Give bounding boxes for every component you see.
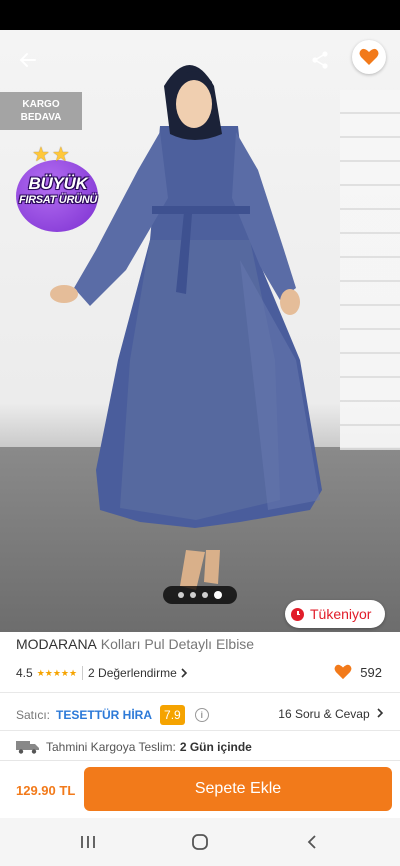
divider [0,692,400,693]
seller-name-link[interactable]: TESETTÜR HİRA [56,708,152,722]
back-button[interactable] [10,42,46,78]
seller-score-badge: 7.9 [160,705,185,725]
clock-icon [291,607,304,621]
home-button[interactable] [185,830,215,854]
carousel-dot [190,592,196,598]
free-shipping-badge: KARGO BEDAVA [0,92,82,130]
product-brand[interactable]: MODARANA [16,636,97,652]
seller-label: Satıcı: [16,708,51,722]
home-icon [192,834,208,850]
campaign-badge-line1: BÜYÜK [28,174,88,193]
campaign-badge: ★★ BÜYÜK FIRSAT ÜRÜNÜ [8,142,108,232]
campaign-badge-line2: FIRSAT ÜRÜNÜ [18,194,98,206]
carousel-indicator [163,586,237,604]
recents-button[interactable] [73,830,103,854]
carousel-dot-active [214,591,222,599]
rating-score: 4.5 [16,666,33,680]
stock-warning-badge: Tükeniyor [285,600,385,628]
truck-icon [16,741,39,754]
favorite-count[interactable]: 592 [334,664,382,680]
back-nav-button[interactable] [297,830,327,854]
free-shipping-badge-line2: BEDAVA [20,112,62,123]
shipping-value: 2 Gün içinde [179,740,252,754]
shipping-estimate: Tahmini Kargoya Teslim: 2 Gün içinde [16,738,252,756]
badge-stars-icon: ★★ [32,144,72,166]
arrow-left-icon [19,53,36,67]
back-chevron-icon [307,835,316,849]
status-bar [0,0,400,30]
stock-warning-label: Tükeniyor [310,606,372,622]
heart-icon [334,664,352,680]
buy-bar: 129.90 TL Sepete Ekle [0,760,400,818]
product-title: MODARANA Kolları Pul Detaylı Elbise [16,636,254,652]
add-to-cart-button[interactable]: Sepete Ekle [84,767,392,811]
carousel-dot [202,592,208,598]
favorite-count-value: 592 [360,664,382,680]
system-navigation-bar [0,818,400,866]
free-shipping-badge-line1: KARGO [22,99,60,110]
rating-stars-icon: ★★★★★ [36,667,78,678]
reviews-link[interactable]: 2 Değerlendirme [88,666,177,680]
product-price: 129.90 TL [16,783,76,798]
recents-icon [81,836,95,848]
shipping-label: Tahmini Kargoya Teslim: [46,740,176,754]
questions-answers-label: 16 Soru & Cevap [278,707,370,721]
seller-row: Satıcı: TESETTÜR HİRA 7.9 i 16 Soru & Ce… [16,704,386,726]
info-icon[interactable]: i [194,708,209,722]
share-icon [312,51,328,69]
divider [0,730,400,731]
chevron-right-icon [181,668,187,678]
product-image-carousel[interactable]: KARGO BEDAVA ★★ BÜYÜK FIRSAT ÜRÜNÜ [0,30,400,632]
share-button[interactable] [302,42,338,78]
rating-separator [82,666,84,680]
carousel-dot [178,592,184,598]
favorite-button[interactable] [352,40,386,74]
questions-answers-link[interactable]: 16 Soru & Cevap [278,707,384,721]
rating-row: 4.5 ★★★★★ 2 Değerlendirme 592 [16,664,386,682]
product-name: Kolları Pul Detaylı Elbise [100,636,255,652]
heart-icon [359,48,379,65]
chevron-right-icon [377,708,384,718]
